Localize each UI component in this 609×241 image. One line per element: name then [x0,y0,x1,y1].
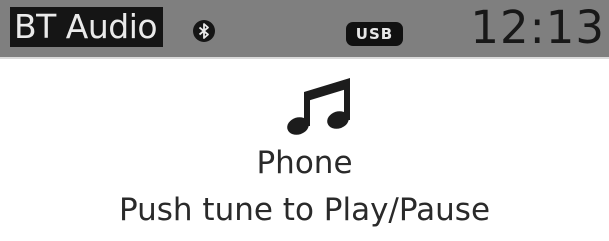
audio-display: BT Audio USB 12:13 Phone Push tune to Pl… [0,0,609,241]
device-name: Phone [256,145,353,181]
status-bar: BT Audio USB 12:13 [0,0,609,59]
clock: 12:13 [470,1,605,54]
bluetooth-icon [193,20,215,42]
usb-badge: USB [346,22,403,46]
playback-instruction: Push tune to Play/Pause [118,192,491,228]
now-playing-panel: Phone Push tune to Play/Pause [0,59,609,241]
music-note-icon [287,78,350,135]
audio-source-label: BT Audio [10,7,164,47]
